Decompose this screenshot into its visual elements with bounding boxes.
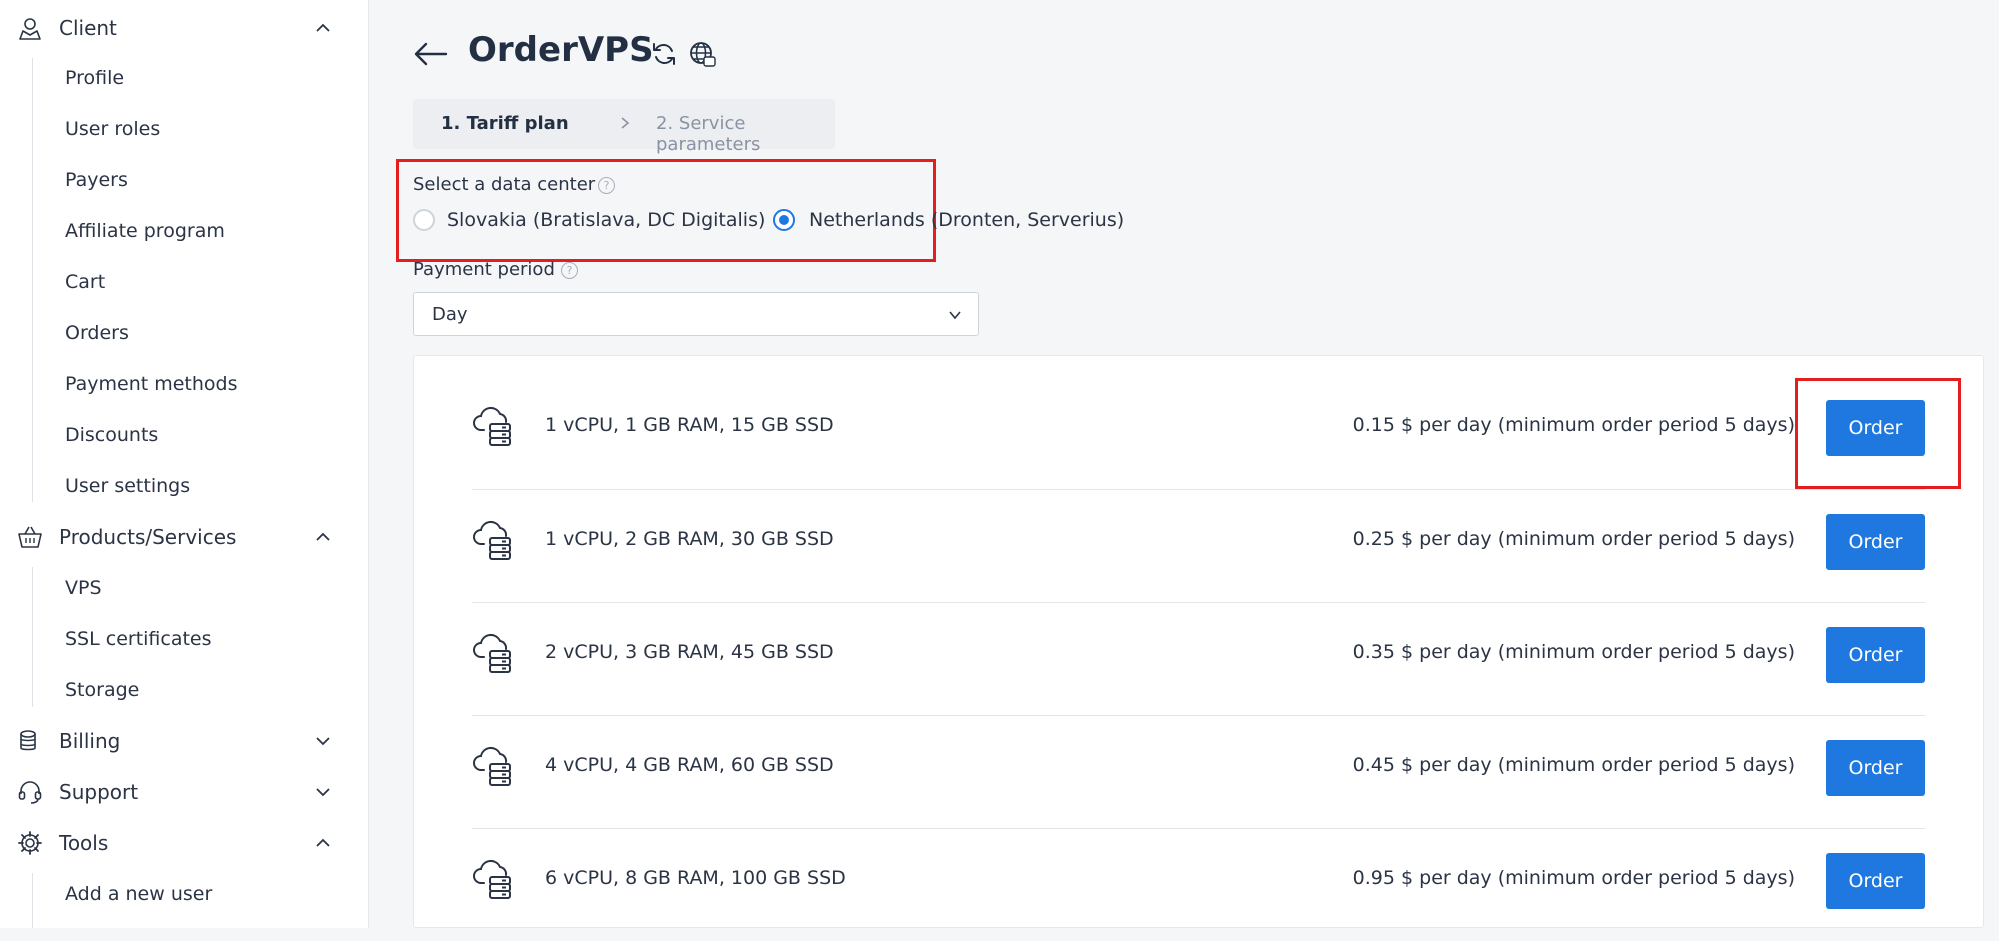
plan-row: 1 vCPU, 2 GB RAM, 30 GB SSD 0.25 $ per d… [472, 489, 1925, 602]
sidebar-item-profile[interactable]: Profile [65, 58, 124, 98]
sidebar-item-vps[interactable]: VPS [65, 568, 102, 608]
sidebar-item-storage[interactable]: Storage [65, 670, 139, 710]
sidebar-section-label: Client [59, 16, 117, 40]
step-service-parameters[interactable]: 2. Service parameters [656, 113, 835, 155]
plan-name: 2 vCPU, 3 GB RAM, 45 GB SSD [545, 641, 834, 663]
radio-label-netherlands[interactable]: Netherlands (Dronten, Serverius) [809, 209, 1124, 231]
plan-name: 1 vCPU, 1 GB RAM, 15 GB SSD [545, 414, 834, 436]
datacenter-label: Select a data center [413, 174, 596, 195]
chevron-down-icon[interactable] [314, 783, 332, 801]
sidebar: Client Profile User roles Payers Affilia… [0, 0, 369, 928]
payment-period-value: Day [432, 304, 468, 325]
sidebar-item-ssl-certificates[interactable]: SSL certificates [65, 619, 212, 659]
plan-row: 4 vCPU, 4 GB RAM, 60 GB SSD 0.45 $ per d… [472, 715, 1925, 828]
basket-icon [18, 526, 42, 548]
order-button[interactable]: Order [1826, 853, 1925, 909]
order-button[interactable]: Order [1826, 514, 1925, 570]
sidebar-tree-line [32, 873, 33, 928]
plan-price: 0.35 $ per day (minimum order period 5 d… [1352, 641, 1795, 663]
cloud-server-icon [473, 746, 511, 786]
radio-label-slovakia[interactable]: Slovakia (Bratislava, DC Digitalis) [447, 209, 765, 231]
order-button[interactable]: Order [1826, 740, 1925, 796]
sidebar-tree-line [32, 567, 33, 707]
plan-price: 0.15 $ per day (minimum order period 5 d… [1352, 414, 1795, 436]
sidebar-item-cart[interactable]: Cart [65, 262, 105, 302]
sidebar-section-label: Support [59, 780, 139, 804]
refresh-icon[interactable] [650, 40, 678, 68]
cloud-server-icon [473, 520, 511, 560]
cloud-server-icon [473, 859, 511, 899]
coins-icon [20, 730, 36, 751]
radio-datacenter-netherlands[interactable] [773, 209, 795, 231]
plan-name: 4 vCPU, 4 GB RAM, 60 GB SSD [545, 754, 834, 776]
sidebar-item-add-user[interactable]: Add a new user [65, 874, 212, 914]
sidebar-section-label: Tools [59, 831, 109, 855]
plan-name: 6 vCPU, 8 GB RAM, 100 GB SSD [545, 867, 846, 889]
sidebar-section-products[interactable]: Products/Services [0, 515, 369, 559]
chevron-right-icon [621, 117, 630, 129]
sidebar-item-affiliate-program[interactable]: Affiliate program [65, 211, 225, 251]
payment-period-select[interactable]: Day [413, 292, 979, 336]
sidebar-section-label: Products/Services [59, 525, 237, 549]
chevron-up-icon[interactable] [314, 834, 332, 852]
sidebar-section-client[interactable]: Client [0, 6, 369, 50]
sidebar-section-tools[interactable]: Tools [0, 821, 369, 865]
cloud-server-icon [473, 406, 511, 446]
sidebar-section-support[interactable]: Support [0, 770, 369, 814]
tariff-plans-list: 1 vCPU, 1 GB RAM, 15 GB SSD 0.15 $ per d… [413, 355, 1984, 928]
sidebar-item-discounts[interactable]: Discounts [65, 415, 158, 455]
page-title: OrderVPS [468, 30, 654, 70]
gear-icon [18, 831, 42, 855]
back-arrow-icon[interactable] [412, 36, 448, 72]
sidebar-section-billing[interactable]: Billing [0, 719, 369, 763]
sidebar-item-user-settings[interactable]: User settings [65, 466, 190, 506]
order-steps: 1. Tariff plan 2. Service parameters [413, 99, 835, 155]
sidebar-tree-line [32, 58, 33, 502]
main-content: OrderVPS 1. Tariff plan 2. Service param… [370, 0, 1999, 928]
sidebar-item-payers[interactable]: Payers [65, 160, 128, 200]
globe-icon[interactable] [688, 40, 716, 68]
plan-price: 0.45 $ per day (minimum order period 5 d… [1352, 754, 1795, 776]
cloud-server-icon [473, 633, 511, 673]
sidebar-item-user-roles[interactable]: User roles [65, 109, 160, 149]
plan-row: 1 vCPU, 1 GB RAM, 15 GB SSD 0.15 $ per d… [472, 376, 1925, 489]
sidebar-item-orders[interactable]: Orders [65, 313, 129, 353]
sidebar-section-label: Billing [59, 729, 121, 753]
plan-price: 0.25 $ per day (minimum order period 5 d… [1352, 528, 1795, 550]
sidebar-item-payment-methods[interactable]: Payment methods [65, 364, 238, 404]
plan-name: 1 vCPU, 2 GB RAM, 30 GB SSD [545, 528, 834, 550]
highlight-box-order [1795, 378, 1961, 489]
payment-period-label: Payment period [413, 259, 555, 280]
order-button[interactable]: Order [1826, 627, 1925, 683]
help-icon[interactable]: ? [561, 262, 578, 279]
headset-icon [18, 781, 42, 804]
help-icon[interactable]: ? [598, 177, 615, 194]
plan-row: 2 vCPU, 3 GB RAM, 45 GB SSD 0.35 $ per d… [472, 602, 1925, 715]
user-icon [19, 18, 41, 40]
chevron-up-icon[interactable] [314, 19, 332, 37]
plan-row: 6 vCPU, 8 GB RAM, 100 GB SSD 0.95 $ per … [472, 828, 1925, 941]
radio-datacenter-slovakia[interactable] [413, 209, 435, 231]
chevron-down-icon[interactable] [314, 732, 332, 750]
step-tariff-plan[interactable]: 1. Tariff plan [441, 113, 569, 134]
chevron-down-icon [949, 311, 961, 320]
chevron-up-icon[interactable] [314, 528, 332, 546]
plan-price: 0.95 $ per day (minimum order period 5 d… [1352, 867, 1795, 889]
